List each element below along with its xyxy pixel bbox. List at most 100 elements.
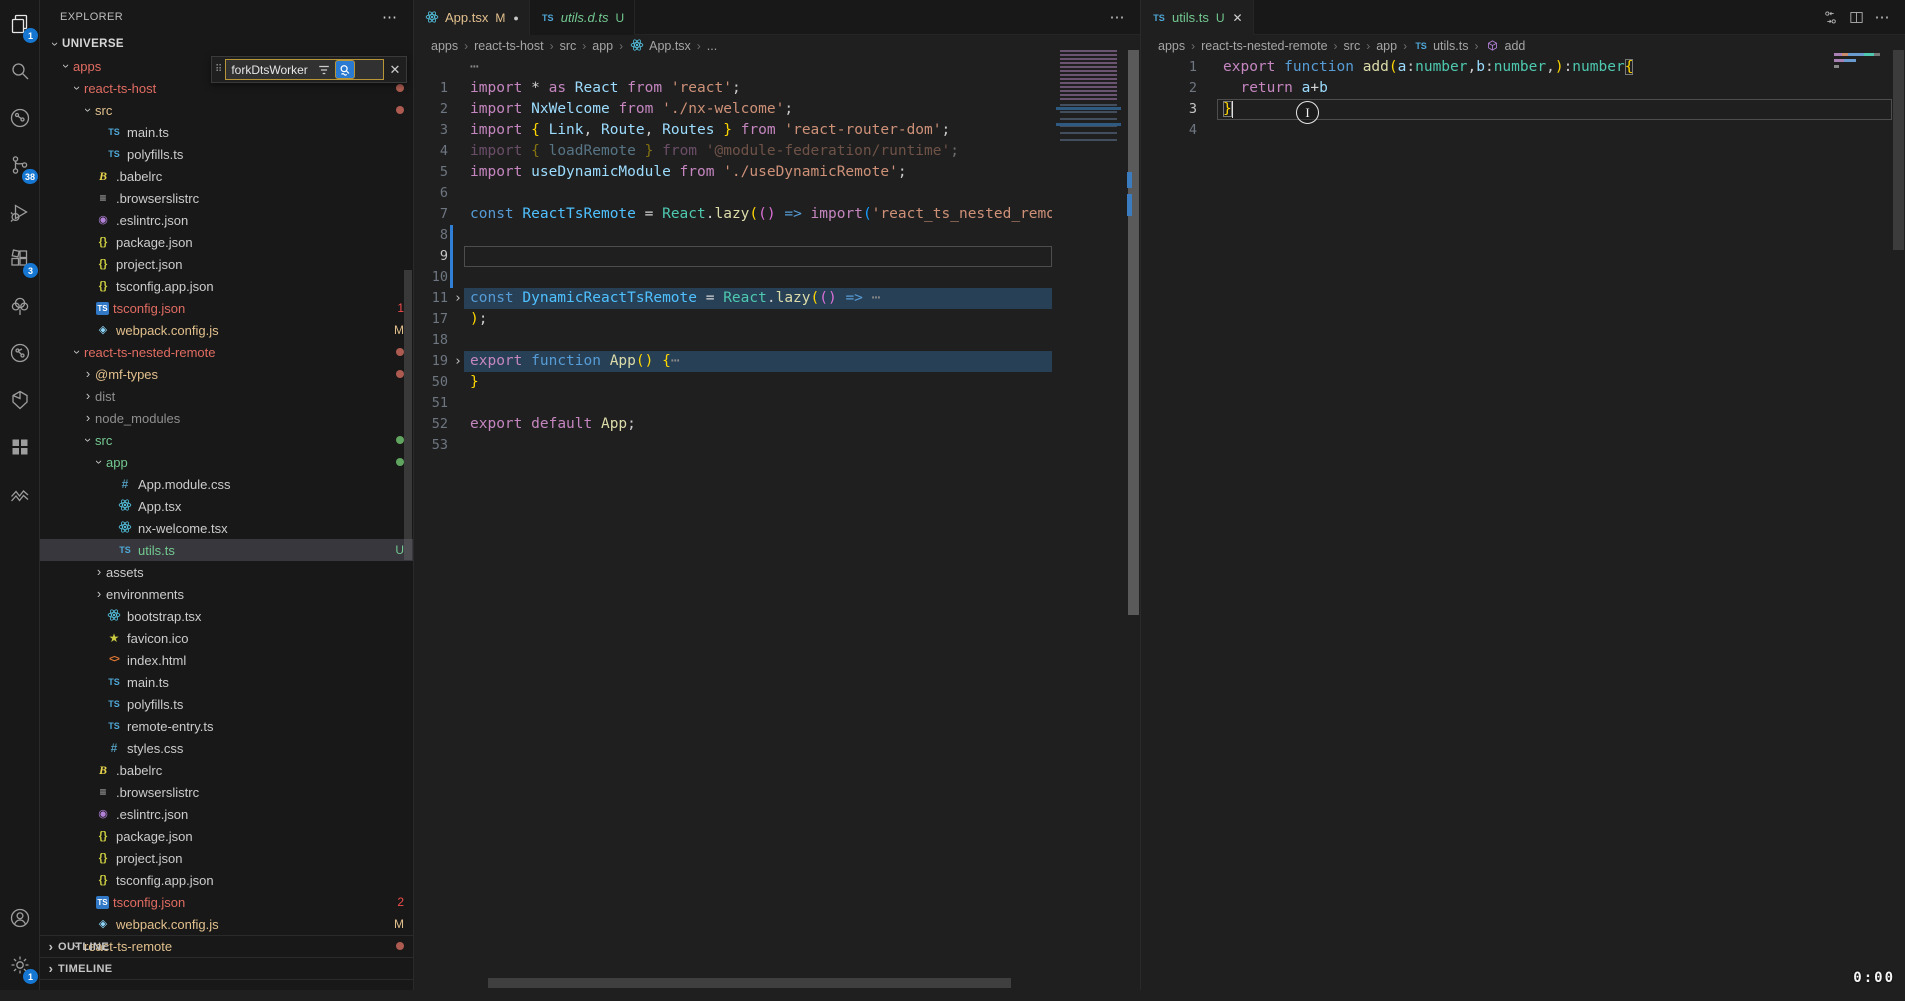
activity-tree-ext-tree-icon[interactable] [0,282,40,329]
activity-grid-ext-grid-icon[interactable] [0,423,40,470]
breadcrumb-item[interactable]: apps [431,39,458,53]
code-line-51[interactable]: 51 [414,393,1052,414]
close-icon[interactable]: ✕ [1233,11,1243,25]
tree-file-polyfills-ts[interactable]: TSpolyfills.ts [40,693,413,715]
tab-utils-ts[interactable]: TSutils.tsU✕ [1141,0,1254,35]
timeline-panel-header[interactable]: › TIMELINE [40,957,413,979]
tree-file-remote-entry-ts[interactable]: TSremote-entry.ts [40,715,413,737]
tree-file-main-ts[interactable]: TSmain.ts [40,671,413,693]
breadcrumb-item[interactable]: add [1485,38,1526,54]
tree-file--babelrc[interactable]: B.babelrc [40,759,413,781]
vertical-scrollbar-left[interactable] [1127,48,1140,990]
tree-file-styles-css[interactable]: #styles.css [40,737,413,759]
code-line-2[interactable]: 2import NxWelcome from './nx-welcome'; [414,99,1052,120]
code-line-2[interactable]: 2 return a+b [1141,78,1892,99]
activity-search-search-icon[interactable] [0,47,40,94]
code-line-10[interactable]: 10 [414,267,1052,288]
breadcrumb-item[interactable]: react-ts-nested-remote [1201,39,1327,53]
activity-commit-graph-circle-commit-icon[interactable] [0,329,40,376]
vertical-scrollbar-right[interactable] [1892,48,1905,990]
breadcrumb-item[interactable]: apps [1158,39,1185,53]
tree-file--babelrc[interactable]: B.babelrc [40,165,413,187]
tree-search-input[interactable] [226,63,314,77]
breadcrumb-item[interactable]: src [560,39,577,53]
code-line-17[interactable]: 17); [414,309,1052,330]
explorer-more-actions-icon[interactable]: ⋯ [382,8,413,26]
breadcrumb-item[interactable]: TSutils.ts [1413,38,1468,54]
tree-file-app-module-css[interactable]: #App.module.css [40,473,413,495]
activity-waves-ext-waves-icon[interactable] [0,470,40,517]
code-line-53[interactable]: 53 [414,435,1052,456]
code-line-3[interactable]: 3} [1141,99,1892,120]
code-line-1[interactable]: 1import * as React from 'react'; [414,78,1052,99]
tree-file-main-ts[interactable]: TSmain.ts [40,121,413,143]
tree-file--browserslistrc[interactable]: ≡.browserslistrc [40,187,413,209]
tree-file-app-tsx[interactable]: App.tsx [40,495,413,517]
more-actions-icon[interactable]: ⋯ [1104,4,1130,30]
code-line-5[interactable]: 5import useDynamicModule from './useDyna… [414,162,1052,183]
code-line-3[interactable]: 3import { Link, Route, Routes } from 're… [414,120,1052,141]
tree-file-package-json[interactable]: {}package.json [40,825,413,847]
tree-file-tsconfig-app-json[interactable]: {}tsconfig.app.json [40,869,413,891]
sidebar-scrollbar[interactable] [404,270,412,560]
code-editor-left[interactable]: ⋯1import * as React from 'react';2import… [414,57,1052,976]
fold-chevron-icon[interactable]: › [454,288,462,309]
sync-icon[interactable] [1817,4,1843,30]
tree-folder-app[interactable]: ›app [40,451,413,473]
tree-file-tsconfig-json[interactable]: TStsconfig.json2 [40,891,413,913]
tree-file-bootstrap-tsx[interactable]: bootstrap.tsx [40,605,413,627]
fuzzy-search-button[interactable] [335,60,355,79]
code-line-50[interactable]: 50} [414,372,1052,393]
tree-file-tsconfig-app-json[interactable]: {}tsconfig.app.json [40,275,413,297]
tree-file-webpack-config-js[interactable]: ◈webpack.config.jsM [40,319,413,341]
code-line[interactable]: ⋯ [414,57,1052,78]
filter-icon[interactable] [314,60,334,79]
code-editor-right[interactable]: 1export function add(a:number,b:number,)… [1141,57,1892,976]
activity-settings-gear-icon[interactable]: 1 [0,941,40,988]
tree-folder-assets[interactable]: ›assets [40,561,413,583]
activity-explorer-files-icon[interactable]: 1 [0,0,40,47]
tree-file-polyfills-ts[interactable]: TSpolyfills.ts [40,143,413,165]
code-line-52[interactable]: 52export default App; [414,414,1052,435]
activity-extensions-extensions-icon[interactable]: 3 [0,235,40,282]
tree-file--browserslistrc[interactable]: ≡.browserslistrc [40,781,413,803]
tree-file-package-json[interactable]: {}package.json [40,231,413,253]
tree-folder--mf-types[interactable]: ›@mf-types [40,363,413,385]
code-line-19[interactable]: 19›export function App() {⋯ [414,351,1052,372]
tree-folder-universe[interactable]: ›UNIVERSE [40,33,413,55]
tree-file-webpack-config-js[interactable]: ◈webpack.config.jsM [40,913,413,935]
minimap-right[interactable] [1830,50,1892,110]
breadcrumb-item[interactable]: App.tsx [629,38,691,54]
tree-file-project-json[interactable]: {}project.json [40,847,413,869]
code-line-18[interactable]: 18 [414,330,1052,351]
tree-file--eslintrc-json[interactable]: ◉.eslintrc.json [40,209,413,231]
fold-chevron-icon[interactable]: › [454,351,462,372]
tree-file-utils-ts[interactable]: TSutils.tsU [40,539,413,561]
tree-file-project-json[interactable]: {}project.json [40,253,413,275]
find-widget-grip-icon[interactable]: ⠿ [212,64,225,75]
more-actions-icon[interactable]: ⋯ [1869,4,1895,30]
breadcrumb-item[interactable]: react-ts-host [474,39,543,53]
code-line-6[interactable]: 6 [414,183,1052,204]
activity-account-account-icon[interactable] [0,894,40,941]
tree-folder-environments[interactable]: ›environments [40,583,413,605]
code-line-1[interactable]: 1export function add(a:number,b:number,)… [1141,57,1892,78]
code-line-9[interactable]: 9 [414,246,1052,267]
outline-panel-header[interactable]: › OUTLINE [40,935,413,957]
tab-app-tsx[interactable]: App.tsxM● [414,0,530,35]
horizontal-scrollbar-left[interactable] [488,978,1011,988]
minimap-left[interactable] [1052,50,1127,470]
code-line-7[interactable]: 7const ReactTsRemote = React.lazy(() => … [414,204,1052,225]
activity-hexagon-ext-hexagon-icon[interactable] [0,376,40,423]
breadcrumb-item[interactable]: app [1376,39,1397,53]
code-line-11[interactable]: 11›const DynamicReactTsRemote = React.la… [414,288,1052,309]
find-close-icon[interactable]: ✕ [384,62,406,78]
code-line-4[interactable]: 4 [1141,120,1892,141]
tree-folder-src[interactable]: ›src [40,99,413,121]
activity-run-debug-debug-icon[interactable] [0,188,40,235]
breadcrumb-item[interactable]: ... [707,39,717,53]
tree-folder-src[interactable]: ›src [40,429,413,451]
breadcrumb-item[interactable]: app [592,39,613,53]
activity-graph-at-circle-graph-at-icon[interactable] [0,94,40,141]
tree-folder-node-modules[interactable]: ›node_modules [40,407,413,429]
